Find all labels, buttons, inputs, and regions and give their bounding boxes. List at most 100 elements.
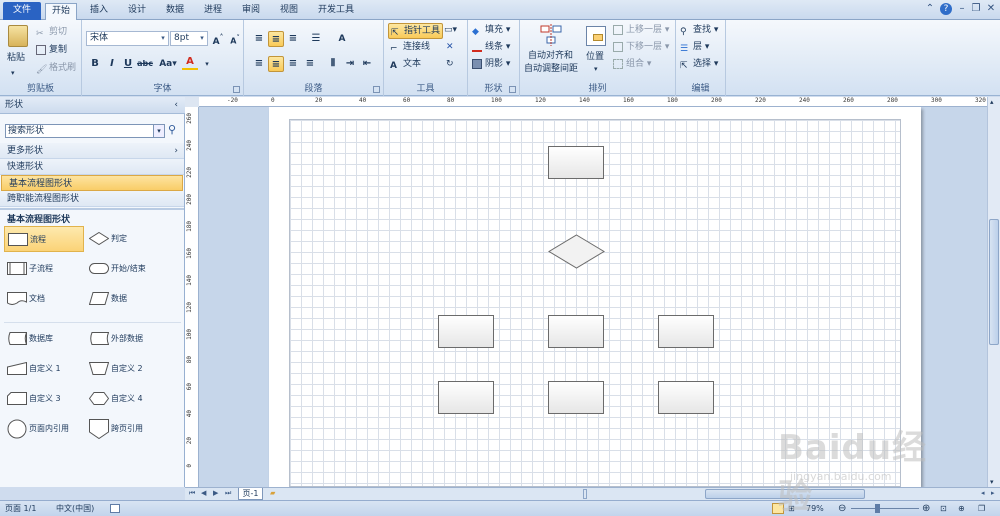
position-icon[interactable] xyxy=(586,26,606,46)
more-shapes-item[interactable]: 更多形状 › xyxy=(0,143,184,159)
tab-design[interactable]: 设计 xyxy=(122,3,152,20)
macro-record-icon[interactable] xyxy=(110,504,120,513)
language-indicator[interactable]: 中文(中国) xyxy=(56,501,94,516)
help-icon[interactable]: ? xyxy=(940,3,952,15)
page-indicator[interactable]: 页面 1/1 xyxy=(5,501,36,516)
align-middle-icon[interactable]: ≡ xyxy=(268,31,284,47)
scroll-left-icon[interactable]: ◂ xyxy=(981,489,985,497)
search-input[interactable]: 搜索形状 ▾ xyxy=(5,124,165,138)
decision-shape[interactable] xyxy=(548,234,605,269)
pointer-tool-button[interactable]: ⇱ 指针工具 xyxy=(388,23,444,39)
minimize-icon[interactable]: – xyxy=(956,3,968,15)
text-tool-button[interactable]: A 文本 xyxy=(390,57,421,71)
shape-dialog-launcher[interactable] xyxy=(509,86,516,93)
process-shape[interactable] xyxy=(658,315,714,348)
group-button[interactable]: 组合 ▾ xyxy=(613,57,651,71)
auto-align-label[interactable]: 自动对齐和 xyxy=(528,49,573,63)
process-shape[interactable] xyxy=(548,146,604,179)
font-dialog-launcher[interactable] xyxy=(233,86,240,93)
align-top-icon[interactable]: ≡ xyxy=(251,31,267,47)
shadow-button[interactable]: 阴影 ▾ xyxy=(472,57,510,71)
format-painter-button[interactable]: 🖌 格式刷 xyxy=(36,61,76,75)
stencil-subprocess[interactable]: 子流程 xyxy=(4,256,84,282)
auto-align-icon[interactable] xyxy=(540,24,562,46)
stencil-off-page-reference[interactable]: 跨页引用 xyxy=(86,416,166,442)
connector-button[interactable]: ⌐ 连接线 xyxy=(390,40,430,54)
font-family-select[interactable]: 宋体 ▾ xyxy=(86,31,169,46)
bullets-icon[interactable]: ☰ xyxy=(308,31,324,47)
zoom-level[interactable]: 79% xyxy=(806,501,824,516)
font-color-icon[interactable]: A xyxy=(182,56,198,70)
stencil-custom-3[interactable]: 自定义 3 xyxy=(4,386,84,412)
first-page-icon[interactable]: ⏮ xyxy=(189,489,195,498)
underline-icon[interactable]: U xyxy=(120,56,136,72)
paste-icon[interactable] xyxy=(8,25,28,47)
increase-indent-icon[interactable]: ⇥ xyxy=(342,56,358,72)
tab-view[interactable]: 视图 xyxy=(274,3,304,20)
stencil-external-data[interactable]: 外部数据 xyxy=(86,326,166,352)
paste-button[interactable]: 粘贴 xyxy=(7,51,25,65)
paste-dropdown-icon[interactable]: ▾ xyxy=(11,66,15,80)
align-bottom-icon[interactable]: ≡ xyxy=(285,31,301,47)
scroll-right-icon[interactable]: ▸ xyxy=(991,489,995,497)
scroll-down-icon[interactable]: ▾ xyxy=(990,478,994,486)
horizontal-ruler[interactable]: -20 0 20 40 60 80 100 120 140 160 180 200 220 240 260 2… xyxy=(199,97,992,107)
fit-view-icon[interactable] xyxy=(772,503,784,514)
decrease-indent-icon[interactable]: ⫴ xyxy=(325,56,341,72)
layer-button[interactable]: ☰ 层 ▾ xyxy=(680,40,709,54)
insert-page-icon[interactable]: ▰ xyxy=(270,489,275,497)
shrink-font-icon[interactable]: A˅ xyxy=(227,30,243,46)
process-shape[interactable] xyxy=(438,315,494,348)
scroll-up-icon[interactable]: ▴ xyxy=(990,98,994,106)
quick-shapes-item[interactable]: 快速形状 xyxy=(0,159,184,175)
stencil-database[interactable]: 数据库 xyxy=(4,326,84,352)
process-shape[interactable] xyxy=(438,381,494,414)
next-page-icon[interactable]: ▶ xyxy=(213,489,218,497)
vertical-scroll-thumb[interactable] xyxy=(989,219,999,345)
vertical-scrollbar[interactable]: ▴ ▾ xyxy=(987,97,1000,487)
stencil-process[interactable]: 流程 xyxy=(4,226,84,252)
align-right-icon[interactable]: ≡ xyxy=(285,56,301,72)
italic-icon[interactable]: I xyxy=(104,56,120,72)
split-handle[interactable] xyxy=(583,489,587,499)
switch-window-icon[interactable]: ❐ xyxy=(978,501,985,516)
position-dropdown-icon[interactable]: ▾ xyxy=(594,62,598,76)
ribbon-minimize-icon[interactable]: ⌃ xyxy=(924,3,936,15)
grow-font-icon[interactable]: A˄ xyxy=(210,30,226,47)
text-direction-icon[interactable]: A xyxy=(334,31,350,47)
basic-flowchart-stencil-item[interactable]: 基本流程图形状 xyxy=(1,175,183,191)
strikethrough-icon[interactable]: abc xyxy=(137,56,153,72)
process-shape[interactable] xyxy=(548,381,604,414)
drawing-canvas[interactable] xyxy=(199,107,987,487)
horizontal-scroll-thumb[interactable] xyxy=(705,489,865,499)
copy-button[interactable]: 复制 xyxy=(36,43,67,57)
prev-page-icon[interactable]: ◀ xyxy=(201,489,206,497)
tab-review[interactable]: 审阅 xyxy=(236,3,266,20)
line-button[interactable]: 线条 ▾ xyxy=(472,40,510,54)
zoom-slider[interactable] xyxy=(851,508,919,509)
cut-button[interactable]: ✂ 剪切 xyxy=(36,25,67,39)
tab-developer[interactable]: 开发工具 xyxy=(312,3,360,20)
pan-zoom-icon[interactable]: ⊕ xyxy=(958,501,965,516)
spacing-icon[interactable]: ⇤ xyxy=(359,56,375,72)
stencil-custom-4[interactable]: 自定义 4 xyxy=(86,386,166,412)
close-icon[interactable]: ✕ xyxy=(985,3,997,15)
font-size-select[interactable]: 8pt ▾ xyxy=(170,31,208,46)
drawing-page[interactable] xyxy=(269,107,921,487)
change-case-icon[interactable]: Aa▾ xyxy=(156,56,180,72)
stencil-decision[interactable]: 判定 xyxy=(86,226,166,252)
fill-button[interactable]: ◆ 填充 ▾ xyxy=(472,23,510,37)
font-color-dropdown-icon[interactable]: ▾ xyxy=(199,56,215,72)
send-backward-button[interactable]: 下移一层 ▾ xyxy=(613,40,669,54)
rotate-icon[interactable]: ↻ xyxy=(446,57,454,71)
last-page-icon[interactable]: ⏭ xyxy=(225,489,231,498)
tab-process[interactable]: 进程 xyxy=(198,3,228,20)
restore-icon[interactable]: ❐ xyxy=(970,3,982,15)
vertical-ruler[interactable]: 260 240 220 200 180 160 140 120 100 80 60 40 20 0 xyxy=(185,107,199,487)
stencil-on-page-reference[interactable]: 页面内引用 xyxy=(4,416,84,442)
page-tab[interactable]: 页-1 xyxy=(238,488,263,500)
stencil-start-end[interactable]: 开始/结束 xyxy=(86,256,166,282)
zoom-out-icon[interactable]: ⊖ xyxy=(838,501,846,516)
tab-home[interactable]: 开始 xyxy=(45,3,78,21)
select-button[interactable]: ⇱ 选择 ▾ xyxy=(680,57,718,71)
